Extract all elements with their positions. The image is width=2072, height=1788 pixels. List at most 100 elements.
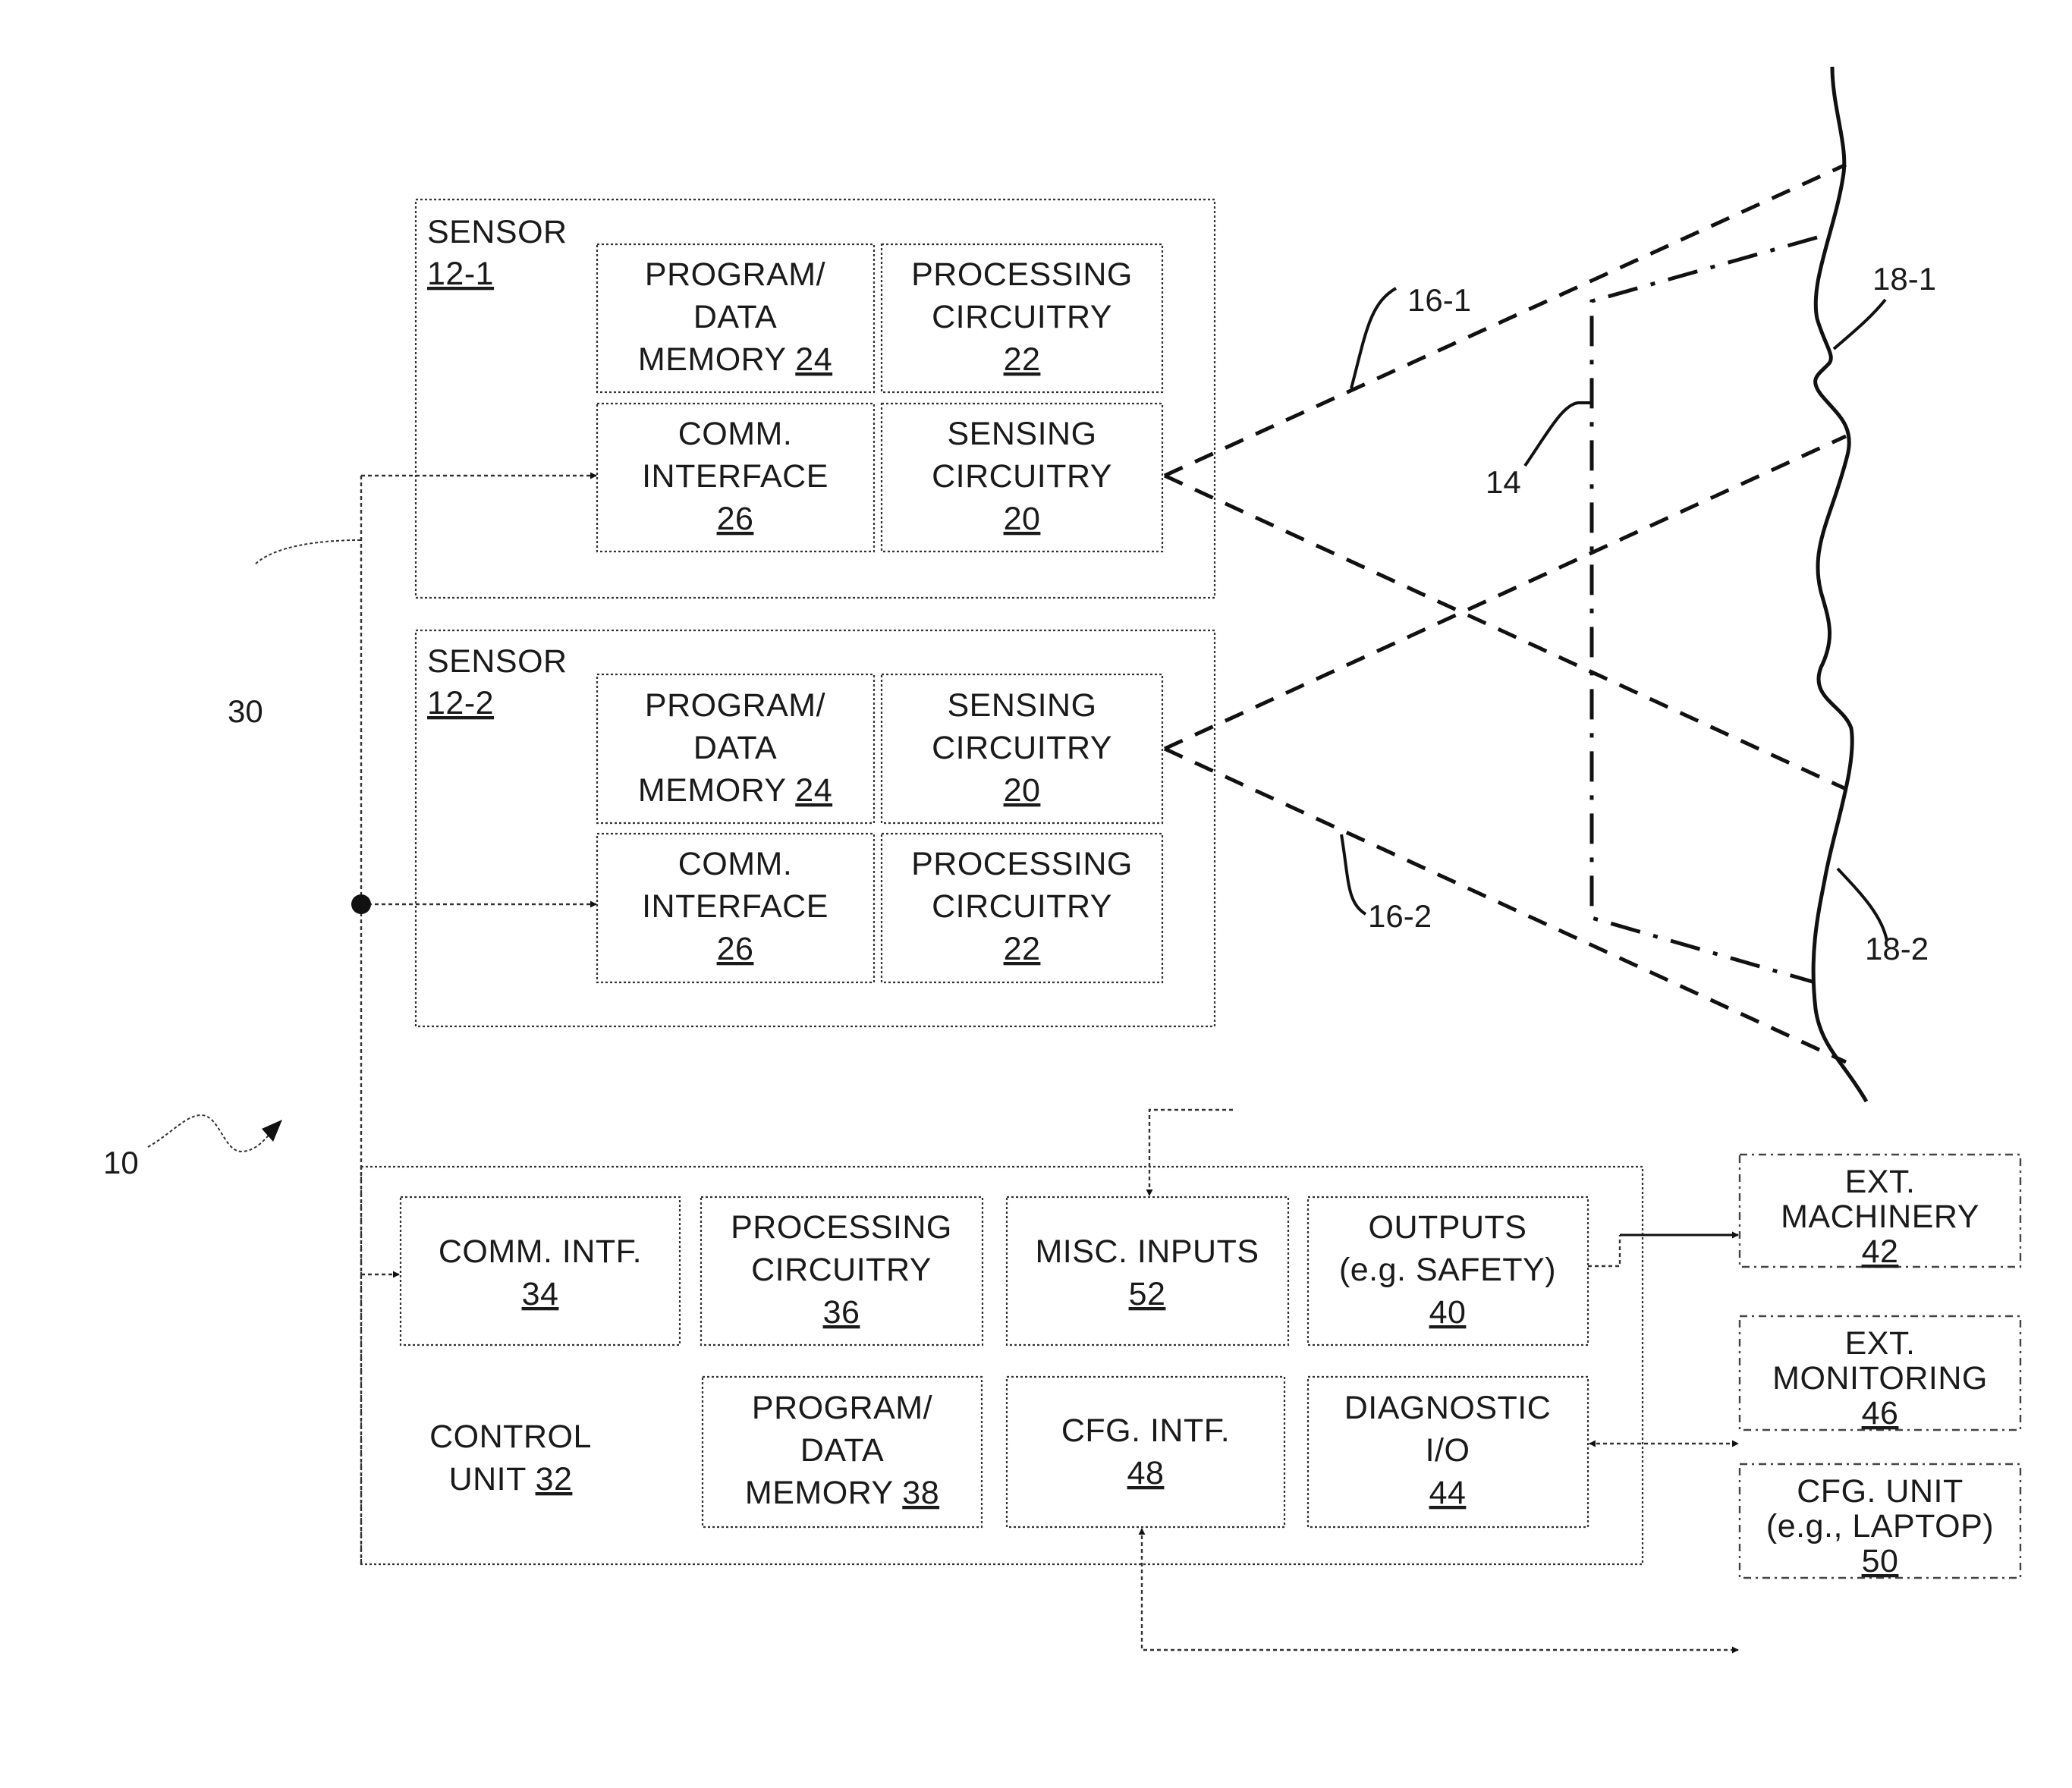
boundary-14-leader (1523, 401, 1592, 467)
external-machinery: EXT. MACHINERY 42 (1738, 1153, 2022, 1270)
monitored-surface: 18-1 18-2 (1811, 66, 1936, 1103)
bus-junction-dot (351, 894, 371, 914)
block-line-1: DIAGNOSTIC (1344, 1390, 1552, 1426)
sensor-12-1-ref: 12-1 (427, 256, 494, 292)
block-outline (399, 1196, 681, 1346)
block-ref: 22 (1004, 931, 1041, 967)
block-line-2: (e.g. SAFETY) (1339, 1252, 1556, 1288)
surface-18-2-label: 18-2 (1865, 931, 1929, 966)
block-line-1: COMM. (678, 416, 793, 452)
block-line-3: MEMORY 24 (638, 772, 832, 809)
sensor-12-2-sensing-block: SENSING CIRCUITRY 20 (880, 673, 1164, 825)
fov-16-1-lower-edge (1163, 473, 1847, 791)
block-line-1: PROCESSING (911, 846, 1133, 882)
ext-monitoring-ref: 46 (1862, 1395, 1899, 1431)
ext-machinery-ref: 42 (1862, 1233, 1899, 1270)
block-line-2: CIRCUITRY (932, 458, 1112, 495)
block-ref: 26 (717, 501, 754, 537)
sensor-12-2-processing-block: PROCESSING CIRCUITRY 22 (880, 832, 1164, 984)
fov-16-2-lower-edge (1163, 746, 1847, 1064)
cfg-unit-line-1: CFG. UNIT (1797, 1473, 1963, 1510)
control-outputs-block: OUTPUTS (e.g. SAFETY) 40 (1306, 1196, 1589, 1346)
fov-16-2-leader (1340, 834, 1367, 916)
block-line-2: INTERFACE (642, 458, 828, 495)
block-ref: 40 (1429, 1294, 1467, 1331)
control-unit-label-text: UNIT (449, 1461, 536, 1497)
sensor-12-1: SENSOR 12-1 PROGRAM/ DATA MEMORY 24 PROC… (414, 198, 1216, 599)
block-line-2: INTERFACE (642, 888, 828, 925)
block-line-3: MEMORY 38 (745, 1475, 939, 1511)
block-ref: 38 (902, 1475, 939, 1511)
ext-monitoring-line-1: EXT. (1845, 1325, 1916, 1362)
bus-ref-leader (253, 539, 361, 566)
block-line-1: SENSING (947, 416, 1096, 452)
sensor-12-2: SENSOR 12-2 PROGRAM/ DATA MEMORY 24 SENS… (414, 629, 1216, 1028)
block-line-2: CIRCUITRY (932, 299, 1112, 335)
control-comm-intf-block: COMM. INTF. 34 (399, 1196, 681, 1346)
sensor-12-1-comm-interface-block: COMM. INTERFACE 26 (596, 402, 876, 553)
control-processing-block: PROCESSING CIRCUITRY 36 (700, 1196, 984, 1346)
block-ref: 24 (795, 772, 832, 809)
block-line-1: COMM. INTF. (439, 1233, 642, 1270)
block-line-1: PROCESSING (731, 1209, 952, 1246)
system-ref-leader (147, 1114, 275, 1153)
control-diagnostic-io-block: DIAGNOSTIC I/O 44 (1306, 1375, 1589, 1529)
control-cfg-intf-block: CFG. INTF. 48 (1005, 1375, 1286, 1529)
block-ref: 22 (1004, 341, 1041, 378)
block-line-1: OUTPUTS (1369, 1209, 1527, 1246)
fov-16-1-upper-edge (1163, 162, 1847, 478)
block-outline (1005, 1375, 1286, 1529)
sensor-12-2-ref: 12-2 (427, 685, 494, 721)
bus-ref-label: 30 (228, 693, 263, 729)
fov-16-1-label: 16-1 (1407, 282, 1471, 318)
system-ref: 10 (103, 1114, 282, 1180)
block-line-2: CIRCUITRY (751, 1252, 932, 1288)
block-line-1: PROGRAM/ (645, 256, 825, 293)
block-line-2: DATA (693, 730, 777, 766)
cfg-unit-laptop: CFG. UNIT (e.g., LAPTOP) 50 (1738, 1463, 2022, 1579)
fov-16-2-label: 16-2 (1368, 898, 1432, 934)
sensor-12-2-comm-interface-block: COMM. INTERFACE 26 (596, 832, 876, 984)
system-block-diagram: SENSOR 12-1 PROGRAM/ DATA MEMORY 24 PROC… (103, 66, 2022, 1654)
control-memory-block: PROGRAM/ DATA MEMORY 38 (701, 1375, 983, 1529)
system-ref-arrow-icon (262, 1120, 282, 1142)
block-ref: 24 (795, 341, 832, 378)
control-misc-inputs-block: MISC. INPUTS 52 (1005, 1196, 1290, 1346)
block-ref: 20 (1004, 501, 1041, 537)
ext-monitoring-line-2: MONITORING (1772, 1360, 1988, 1397)
block-ref: 44 (1429, 1475, 1467, 1511)
block-ref: 26 (717, 931, 754, 967)
misc-inputs-arrow (1146, 1108, 1233, 1196)
block-line-1: CFG. INTF. (1061, 1412, 1230, 1449)
block-line-2: CIRCUITRY (932, 888, 1112, 925)
cfg-unit-line-2: (e.g., LAPTOP) (1766, 1508, 1994, 1544)
fields-of-view: 16-1 16-2 (1163, 162, 1847, 1064)
control-unit-label-line-2: UNIT 32 (449, 1461, 573, 1497)
control-unit-label-line-1: CONTROL (429, 1419, 592, 1455)
cfg-intf-to-cfg-unit-arrow (1138, 1528, 1739, 1654)
sensor-12-1-title: SENSOR (427, 214, 568, 250)
block-ref: 52 (1129, 1276, 1166, 1312)
ext-machinery-line-1: EXT. (1845, 1164, 1916, 1200)
cfg-unit-ref: 50 (1862, 1543, 1899, 1579)
block-line-3-text: MEMORY (638, 772, 795, 809)
outputs-stub-line (1588, 1235, 1621, 1268)
boundary-14-outline (1589, 235, 1818, 985)
sensor-12-2-title: SENSOR (427, 643, 568, 680)
ext-machinery-line-2: MACHINERY (1781, 1199, 1979, 1235)
block-outline (1005, 1196, 1290, 1346)
monitoring-boundary: 14 (1486, 235, 1818, 985)
control-unit: CONTROL UNIT 32 COMM. INTF. 34 PROCESSIN… (360, 1108, 1644, 1566)
block-line-3-text: MEMORY (745, 1475, 902, 1511)
block-line-3-text: MEMORY (638, 341, 795, 378)
surface-18-1-leader (1832, 298, 1887, 350)
block-ref: 36 (823, 1294, 860, 1331)
control-unit-ref: 32 (536, 1461, 573, 1497)
block-line-1: PROCESSING (911, 256, 1133, 293)
surface-18-2-leader (1836, 867, 1888, 941)
block-line-2: DATA (800, 1432, 884, 1469)
external-monitoring: EXT. MONITORING 46 (1738, 1315, 2022, 1431)
block-line-2: CIRCUITRY (932, 730, 1112, 766)
block-ref: 34 (522, 1276, 559, 1312)
sensor-12-1-memory-block: PROGRAM/ DATA MEMORY 24 (596, 243, 876, 394)
